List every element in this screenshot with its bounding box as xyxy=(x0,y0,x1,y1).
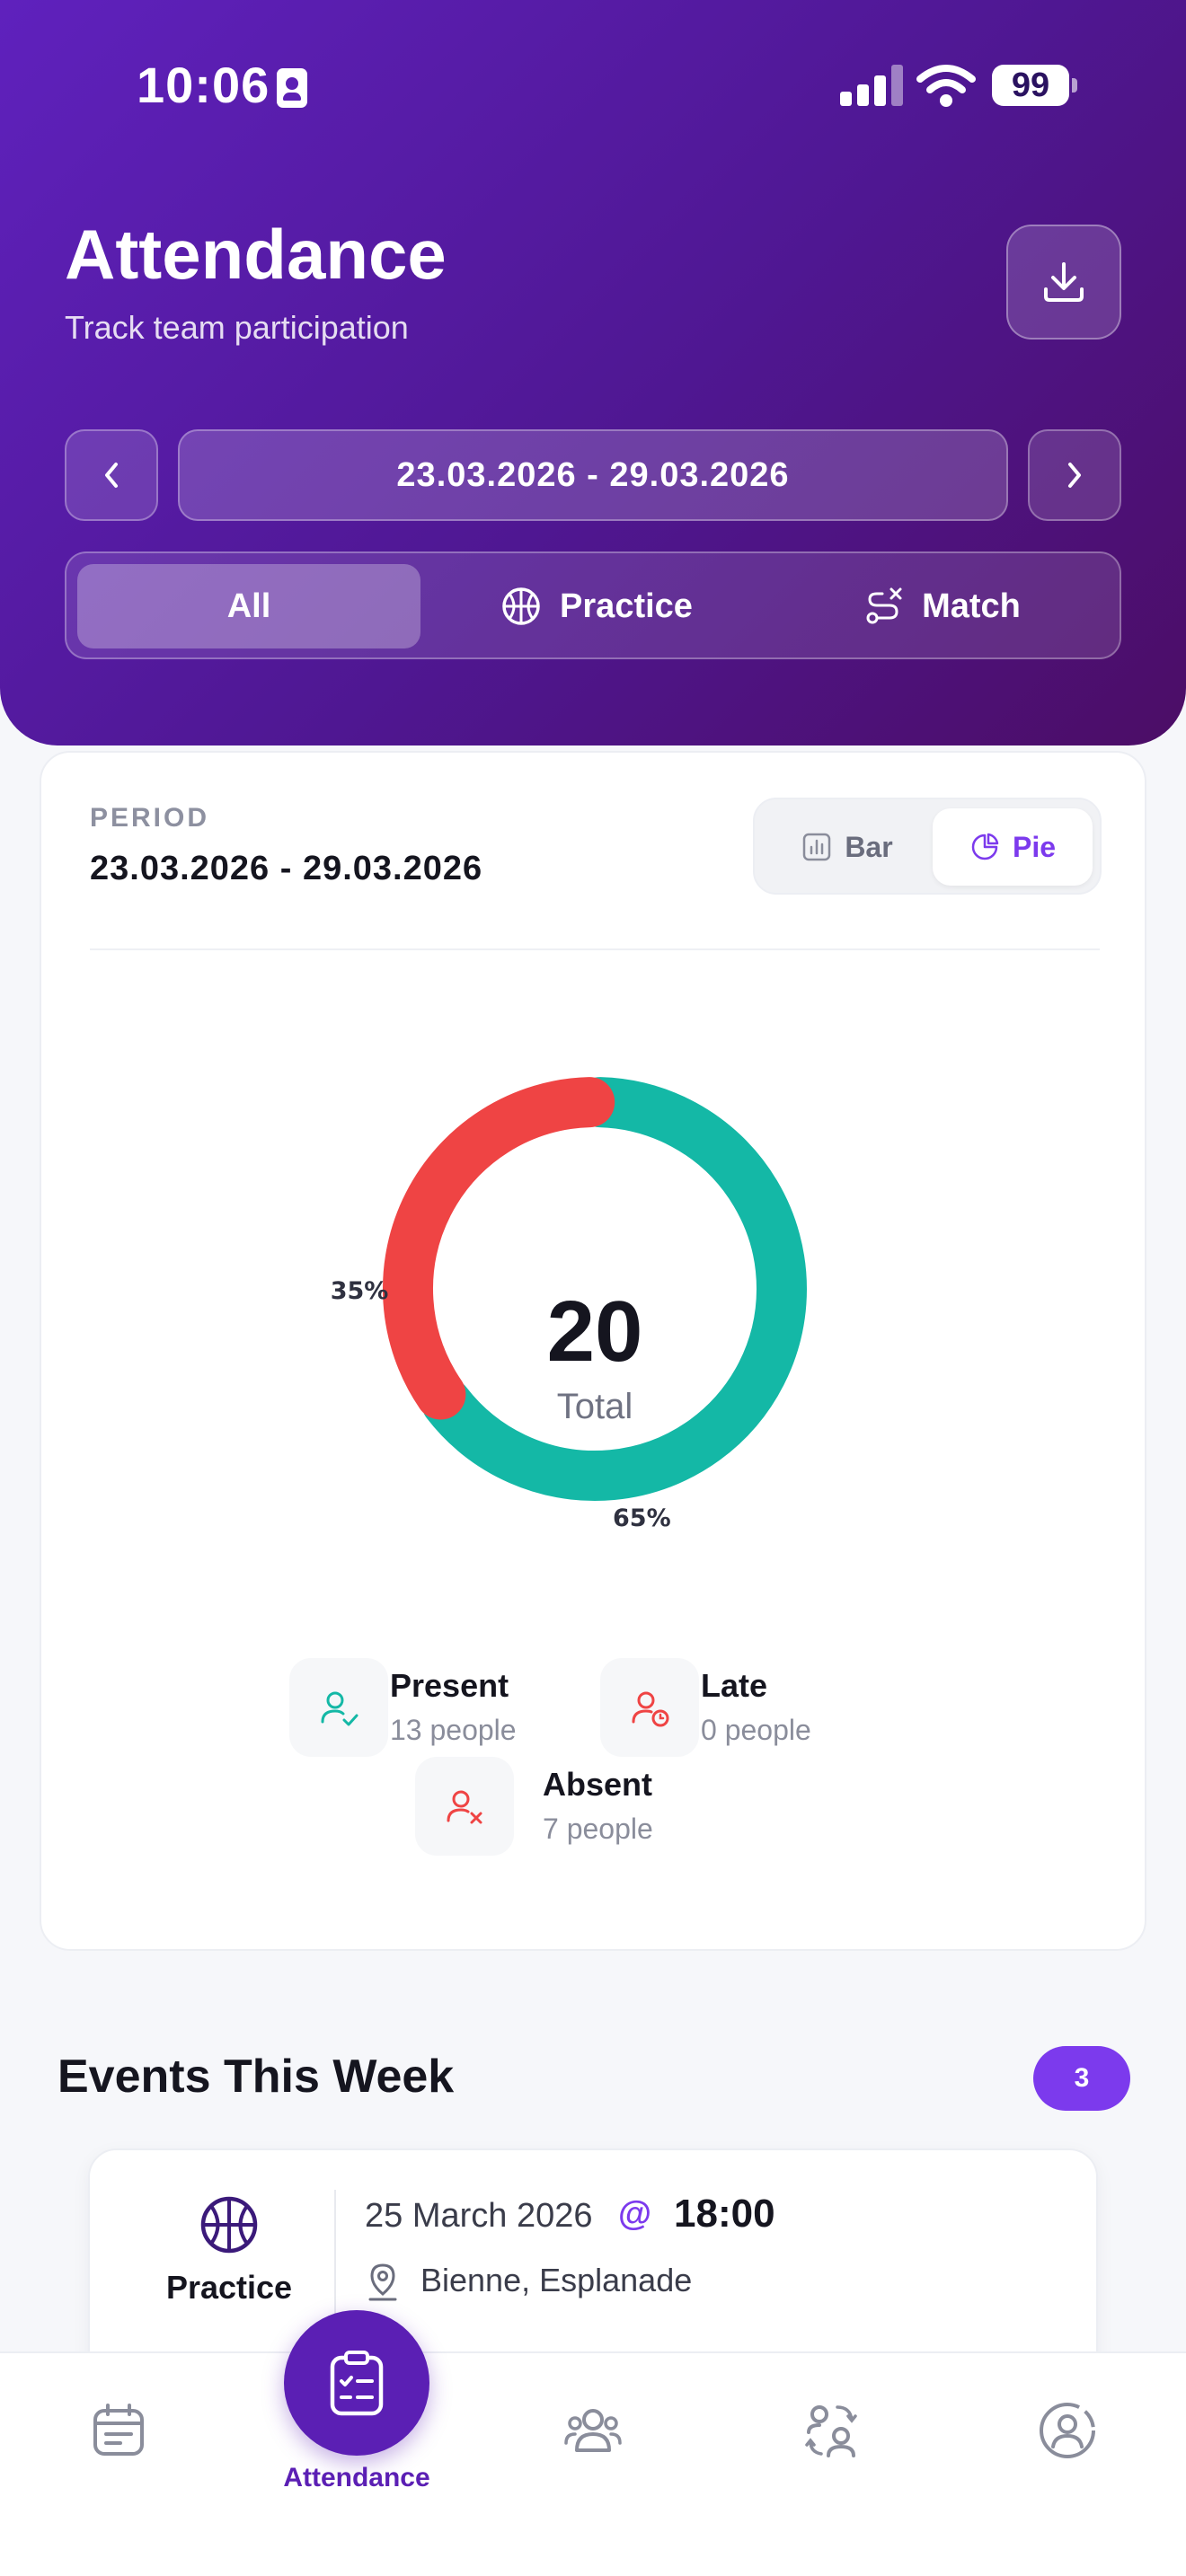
event-time: 18:00 xyxy=(674,2192,775,2236)
tab-practice-label: Practice xyxy=(560,587,693,625)
donut-chart-svg: 65% 35% xyxy=(331,1077,807,1532)
bar-chart-button[interactable]: Bar xyxy=(764,808,931,886)
team-icon xyxy=(564,2409,622,2452)
bar-chart-icon xyxy=(803,833,831,861)
user-x-icon xyxy=(415,1757,514,1856)
next-week-button[interactable] xyxy=(1028,429,1121,521)
battery-indicator: 99 xyxy=(992,65,1077,106)
user-check-icon xyxy=(289,1658,388,1757)
date-navigator: 23.03.2026 - 29.03.2026 xyxy=(65,429,1121,521)
legend-present-count: 13 people xyxy=(390,1714,517,1746)
date-range-selector[interactable]: 23.03.2026 - 29.03.2026 xyxy=(178,429,1008,521)
tab-match[interactable]: Match xyxy=(771,564,1112,648)
legend-late-count: 0 people xyxy=(701,1714,811,1746)
chart-type-toggle: Bar Pie xyxy=(753,798,1102,895)
bottom-navigation xyxy=(0,2351,1186,2576)
period-value: 23.03.2026 - 29.03.2026 xyxy=(90,850,483,887)
calendar-icon xyxy=(93,2404,144,2456)
legend-absent-count: 7 people xyxy=(543,1813,653,1845)
period-label: PERIOD xyxy=(90,803,210,833)
nav-attendance[interactable] xyxy=(284,2310,429,2456)
pie-chart-icon xyxy=(971,833,999,860)
nav-calendar[interactable] xyxy=(65,2377,173,2484)
tab-all[interactable]: All xyxy=(77,564,420,648)
tab-match-label: Match xyxy=(922,587,1021,625)
tab-practice[interactable]: Practice xyxy=(426,564,767,648)
signal-icon xyxy=(840,65,903,106)
attendance-donut-chart: 65% 35% 20 Total xyxy=(41,965,1148,1557)
header: 10:06 99 Attendance Track team participa… xyxy=(0,0,1186,745)
nav-attendance-label: Attendance xyxy=(283,2463,430,2492)
legend-late: Late 0 people xyxy=(600,1658,870,1757)
legend-late-name: Late xyxy=(701,1667,768,1704)
download-icon xyxy=(1044,262,1084,302)
wifi-icon xyxy=(916,65,976,107)
bar-chart-label: Bar xyxy=(845,830,893,863)
donut-percent-label-absent: 35% xyxy=(331,1277,389,1305)
event-type-filter: All Practice Match xyxy=(65,551,1121,659)
status-time: 10:06 xyxy=(137,57,270,113)
nav-profile[interactable] xyxy=(1013,2377,1121,2484)
tab-all-label: All xyxy=(226,587,271,625)
basketball-icon xyxy=(502,587,540,625)
status-bar: 10:06 99 xyxy=(0,0,1186,171)
event-type: Practice xyxy=(165,2269,293,2306)
legend-present-name: Present xyxy=(390,1667,509,1704)
donut-percent-label-present: 65% xyxy=(613,1504,671,1532)
events-section-title: Events This Week xyxy=(58,2051,455,2103)
nav-team[interactable] xyxy=(539,2377,647,2484)
attendance-summary-card: PERIOD 23.03.2026 - 29.03.2026 Bar Pie 6… xyxy=(40,751,1146,1951)
legend-present: Present 13 people xyxy=(289,1658,559,1757)
pie-chart-button[interactable]: Pie xyxy=(933,808,1093,886)
route-icon xyxy=(866,587,902,624)
divider xyxy=(90,948,1100,950)
events-count-badge: 3 xyxy=(1033,2046,1130,2111)
pie-chart-label: Pie xyxy=(1012,830,1057,863)
page-subtitle: Track team participation xyxy=(65,309,409,346)
previous-week-button[interactable] xyxy=(65,429,158,521)
chevron-left-icon xyxy=(105,463,118,488)
user-clock-icon xyxy=(600,1658,699,1757)
download-button[interactable] xyxy=(1006,225,1121,340)
chevron-right-icon xyxy=(1068,463,1081,488)
event-date: 25 March 2026 xyxy=(365,2197,593,2235)
attendance-icon xyxy=(330,2351,384,2416)
event-location: Bienne, Esplanade xyxy=(420,2262,693,2298)
id-card-icon xyxy=(277,68,307,108)
page-title: Attendance xyxy=(65,215,447,294)
profile-icon xyxy=(1040,2403,1095,2458)
legend-absent: Absent 7 people xyxy=(415,1757,685,1856)
nav-substitutions[interactable] xyxy=(778,2377,886,2484)
basketball-icon xyxy=(200,2196,258,2254)
swap-user-icon xyxy=(805,2405,857,2457)
total-value: 20 xyxy=(546,1284,643,1380)
legend-absent-name: Absent xyxy=(543,1766,653,1803)
location-pin-icon xyxy=(368,2263,397,2301)
total-label: Total xyxy=(556,1387,633,1426)
event-at-symbol: @ xyxy=(618,2195,652,2233)
